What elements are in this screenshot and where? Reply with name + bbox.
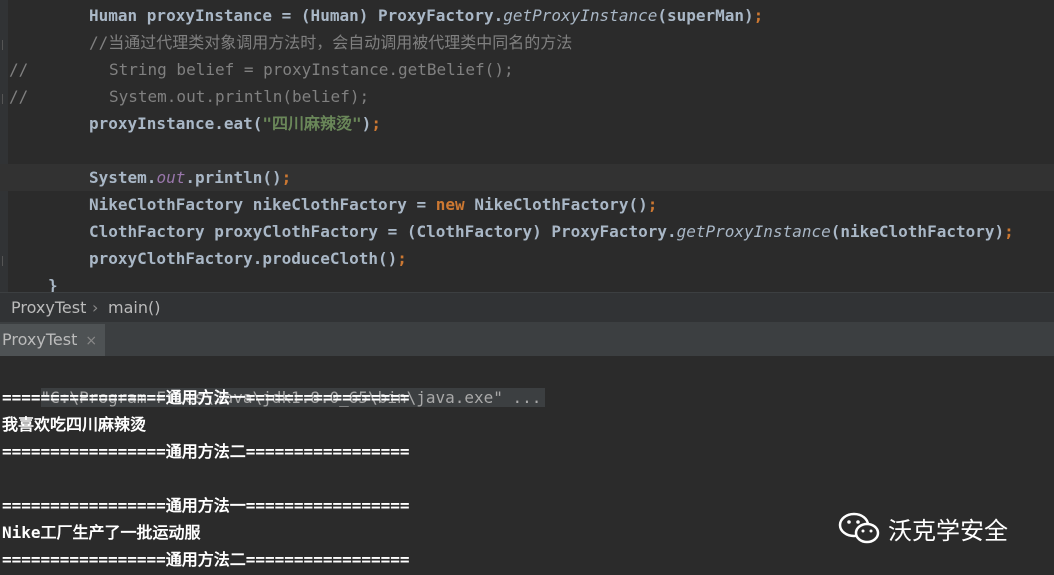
code-line: ClothFactory proxyClothFactory = (ClothF… <box>0 218 1054 245</box>
code-text: proxyClothFactory.produceCloth(); <box>89 249 407 268</box>
code-line: // String belief = proxyInstance.getBelie… <box>0 56 1054 83</box>
code-text: proxyInstance.eat("四川麻辣烫"); <box>89 114 381 133</box>
code-text: //当通过代理类对象调用方法时，会自动调用被代理类中同名的方法 <box>89 33 573 52</box>
code-text: String belief = proxyInstance.getBelief(… <box>109 60 514 79</box>
close-icon[interactable]: × <box>85 333 97 349</box>
console-line: =================通用方法一================= <box>2 388 410 407</box>
code-line: proxyInstance.eat("四川麻辣烫"); <box>0 110 1054 137</box>
console-line: Nike工厂生产了一批运动服 <box>2 523 201 542</box>
line-comment-prefix: // <box>9 60 29 79</box>
code-text: NikeClothFactory nikeClothFactory = new … <box>89 195 658 214</box>
code-text: System.out.println(); <box>89 168 292 187</box>
console-command-line: "C:\Program Files\Java\jdk1.8.0_65\bin\j… <box>2 357 546 407</box>
code-line: // System.out.println(belief); <box>0 83 1054 110</box>
code-line: proxyClothFactory.produceCloth(); <box>0 245 1054 272</box>
run-tool-window-header: ProxyTest × <box>0 322 1054 357</box>
console-line: 我喜欢吃四川麻辣烫 <box>2 415 147 434</box>
code-text: ClothFactory proxyClothFactory = (ClothF… <box>89 222 1014 241</box>
breadcrumb-separator-icon: › <box>92 298 99 317</box>
run-tab-proxytest[interactable]: ProxyTest × <box>0 324 106 356</box>
breadcrumb-method[interactable]: main() <box>108 293 160 323</box>
code-line: System.out.println(); <box>0 164 1054 191</box>
code-editor[interactable]: Human proxyInstance = (Human) ProxyFacto… <box>0 0 1054 292</box>
breadcrumb-class[interactable]: ProxyTest <box>11 293 86 323</box>
code-line: NikeClothFactory nikeClothFactory = new … <box>0 191 1054 218</box>
code-line: //当通过代理类对象调用方法时，会自动调用被代理类中同名的方法 <box>0 29 1054 56</box>
breadcrumb: ProxyTest › main() <box>0 292 1054 323</box>
code-text: Human proxyInstance = (Human) ProxyFacto… <box>89 6 764 25</box>
watermark-text: 沃克学安全 <box>888 516 1008 545</box>
watermark: 沃克学安全 <box>838 508 1008 548</box>
code-line: } <box>0 272 1054 292</box>
console-line: =================通用方法二================= <box>2 442 410 461</box>
line-comment-prefix: // <box>9 87 29 106</box>
wechat-icon <box>838 512 880 544</box>
run-tab-label: ProxyTest <box>2 330 78 349</box>
code-text: } <box>48 276 58 292</box>
console-line: =================通用方法二================= <box>2 550 410 569</box>
console-line: =================通用方法一================= <box>2 496 410 515</box>
code-text: System.out.println(belief); <box>109 87 370 106</box>
code-line: Human proxyInstance = (Human) ProxyFacto… <box>0 2 1054 29</box>
